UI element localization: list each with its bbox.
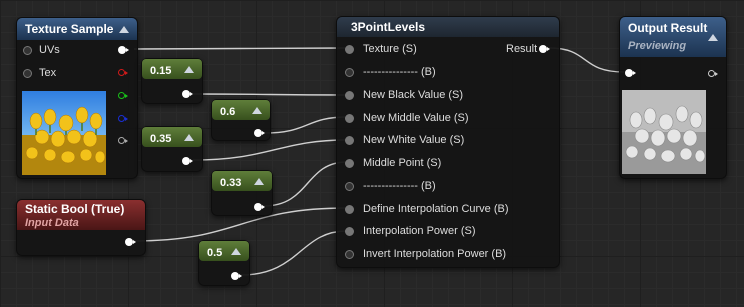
tex-input-label: Tex <box>39 67 57 79</box>
input-pin-texture[interactable] <box>345 45 354 54</box>
constant-node-033[interactable]: 0.33 <box>211 170 273 216</box>
wire-06-to-middle <box>263 116 348 134</box>
static-bool-header[interactable]: Static Bool (True) Input Data <box>17 200 145 230</box>
static-bool-node[interactable]: Static Bool (True) Input Data <box>16 199 146 256</box>
input-label-invert-power: Invert Interpolation Power (B) <box>363 248 507 260</box>
wire-05-to-power <box>240 230 348 276</box>
constant-output-pin[interactable] <box>182 157 193 166</box>
result-output-label: Result <box>506 43 538 55</box>
output-result-node[interactable]: Output Result Previewing <box>619 16 727 179</box>
collapse-icon[interactable] <box>184 66 194 73</box>
texture-sample-title: Texture Sample <box>25 22 114 36</box>
wire-015-to-black <box>192 93 348 96</box>
constant-node-015[interactable]: 0.15 <box>141 58 203 104</box>
input-pin-new-black[interactable] <box>345 91 354 100</box>
alpha-output-pin[interactable] <box>118 137 128 144</box>
constant-output-pin[interactable] <box>254 129 265 138</box>
constant-value: 0.15 <box>150 65 172 77</box>
tulips-texture-thumbnail <box>22 91 106 175</box>
collapse-icon[interactable] <box>184 134 194 141</box>
uvs-input-pin[interactable] <box>23 46 32 55</box>
constant-output-pin[interactable] <box>254 203 265 212</box>
static-bool-subtitle: Input Data <box>25 217 79 229</box>
static-bool-output-pin[interactable] <box>125 238 136 247</box>
input-pin-separator-1[interactable] <box>345 68 354 77</box>
input-pin-middle-point[interactable] <box>345 159 354 168</box>
wire-texture-to-levels <box>133 47 348 50</box>
input-label-texture: Texture (S) <box>363 43 417 55</box>
collapse-icon[interactable] <box>254 178 264 185</box>
constant-node-06[interactable]: 0.6 <box>211 99 271 141</box>
texture-sample-header[interactable]: Texture Sample <box>17 18 137 40</box>
collapse-icon[interactable] <box>119 26 129 33</box>
input-pin-separator-2[interactable] <box>345 182 354 191</box>
constant-value: 0.5 <box>207 247 223 259</box>
input-label-middle-point: Middle Point (S) <box>363 157 442 169</box>
output-result-header[interactable]: Output Result Previewing <box>620 17 726 57</box>
output-result-input-pin[interactable] <box>625 69 636 78</box>
levels-header[interactable]: 3PointLevels <box>337 17 559 37</box>
input-label-define-curve: Define Interpolation Curve (B) <box>363 203 509 215</box>
constant-output-pin[interactable] <box>231 272 242 281</box>
wire-035-to-white <box>192 139 348 161</box>
constant-node-05[interactable]: 0.5 <box>198 240 250 286</box>
input-label-separator-2: --------------- (B) <box>363 180 436 192</box>
constant-header[interactable]: 0.5 <box>199 241 249 261</box>
result-output-pin[interactable] <box>539 45 550 54</box>
constant-header[interactable]: 0.33 <box>212 171 272 191</box>
rgb-output-pin[interactable] <box>118 46 129 55</box>
input-label-separator-1: --------------- (B) <box>363 66 436 78</box>
levels-title: 3PointLevels <box>351 20 426 34</box>
red-output-pin[interactable] <box>118 69 128 76</box>
output-result-title: Output Result <box>628 21 708 35</box>
green-output-pin[interactable] <box>118 92 128 99</box>
collapse-icon[interactable] <box>231 248 241 255</box>
tex-input-pin[interactable] <box>23 69 32 78</box>
collapse-icon[interactable] <box>252 107 262 114</box>
input-label-new-black: New Black Value (S) <box>363 89 464 101</box>
constant-value: 0.6 <box>220 106 236 118</box>
constant-header[interactable]: 0.6 <box>212 100 270 120</box>
input-pin-new-white[interactable] <box>345 136 354 145</box>
input-label-interp-power: Interpolation Power (S) <box>363 225 476 237</box>
wire-033-to-midpoint <box>263 161 348 207</box>
wire-result-to-output <box>548 47 625 73</box>
input-label-new-white: New White Value (S) <box>363 134 465 146</box>
input-pin-invert-power[interactable] <box>345 250 354 259</box>
constant-header[interactable]: 0.15 <box>142 59 202 79</box>
input-label-new-middle: New Middle Value (S) <box>363 112 469 124</box>
constant-node-035[interactable]: 0.35 <box>141 126 203 172</box>
constant-value: 0.33 <box>220 177 242 189</box>
constant-value: 0.35 <box>150 133 172 145</box>
input-pin-new-middle[interactable] <box>345 114 354 123</box>
output-result-output-pin[interactable] <box>708 70 718 77</box>
constant-header[interactable]: 0.35 <box>142 127 202 147</box>
blue-output-pin[interactable] <box>118 115 128 122</box>
grayscale-preview-thumbnail <box>622 90 706 174</box>
constant-output-pin[interactable] <box>182 90 193 99</box>
input-pin-define-curve[interactable] <box>345 205 354 214</box>
three-point-levels-node[interactable]: 3PointLevels Texture (S) ---------------… <box>336 16 560 268</box>
texture-sample-node[interactable]: Texture Sample UVs Tex <box>16 17 138 179</box>
collapse-icon[interactable] <box>708 34 718 41</box>
uvs-input-label: UVs <box>39 44 60 56</box>
output-result-subtitle: Previewing <box>628 40 687 52</box>
input-pin-interp-power[interactable] <box>345 227 354 236</box>
